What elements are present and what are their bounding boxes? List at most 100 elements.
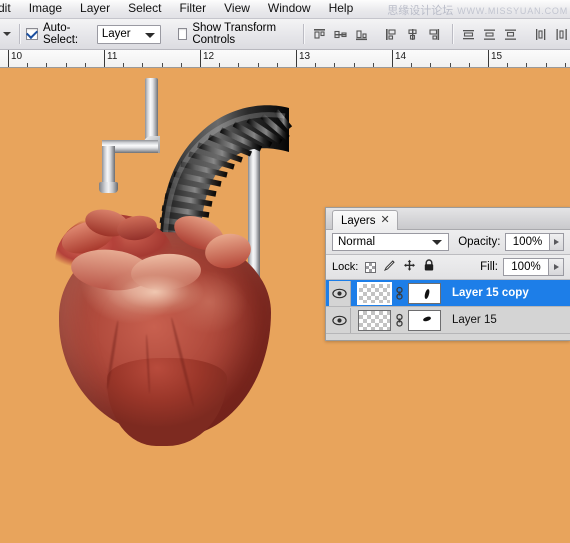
chrome-pipe-nozzle [99, 182, 118, 193]
blend-mode-dropdown[interactable]: Normal [332, 233, 450, 251]
lock-transparent-pixels-icon[interactable] [365, 261, 377, 273]
chevron-down-icon [432, 240, 443, 245]
menu-item-select[interactable]: Select [119, 0, 170, 18]
opacity-slider-button[interactable] [549, 233, 564, 251]
layer-visibility-toggle[interactable] [329, 280, 351, 306]
distribute-bottom-edges-button[interactable] [501, 25, 519, 43]
align-buttons-group [310, 25, 442, 43]
menu-item-help[interactable]: Help [320, 0, 363, 18]
lock-all-icon[interactable] [423, 259, 435, 275]
distribute-top-edges-button[interactable] [459, 25, 477, 43]
photoshop-window: dit Image Layer Select Filter View Windo… [0, 0, 570, 543]
align-left-edges-button[interactable] [382, 25, 400, 43]
menu-item-edit[interactable]: dit [0, 0, 20, 18]
layer-name-label: Layer 15 copy [452, 287, 529, 299]
layer-link-icon[interactable] [393, 286, 405, 301]
lock-position-icon[interactable] [403, 259, 416, 275]
ruler-minor-tick [354, 63, 355, 67]
ruler-minor-tick [66, 63, 67, 67]
lock-label: Lock: [332, 261, 359, 273]
ruler-minor-tick [85, 63, 86, 67]
horizontal-ruler[interactable]: 1011121314151617 [0, 50, 570, 68]
fill-input[interactable]: 100% [503, 258, 549, 276]
eye-icon [332, 288, 347, 298]
ruler-minor-tick [219, 63, 220, 67]
ruler-major-tick [8, 50, 9, 67]
ruler-minor-tick [277, 63, 278, 67]
anatomical-heart [55, 205, 280, 448]
menu-item-window[interactable]: Window [259, 0, 320, 18]
align-bottom-edges-button[interactable] [352, 25, 370, 43]
blend-opacity-row: Normal Opacity: 100% [326, 230, 570, 255]
menu-bar: dit Image Layer Select Filter View Windo… [0, 0, 570, 19]
ruler-minor-tick [238, 63, 239, 67]
menu-item-view[interactable]: View [215, 0, 259, 18]
layer-mask-thumbnail[interactable] [408, 282, 441, 304]
ruler-label: 13 [299, 51, 311, 62]
layer-thumbnail[interactable] [357, 281, 392, 305]
distribute-vertical-centers-button[interactable] [480, 25, 498, 43]
heart-apex [107, 358, 227, 446]
triangle-right-icon [553, 264, 559, 270]
options-bar: Auto-Select: Layer Show Transform Contro… [0, 19, 570, 50]
ruler-major-tick [392, 50, 393, 67]
ruler-minor-tick [469, 63, 470, 67]
eye-icon [332, 315, 347, 325]
chevron-down-icon [144, 32, 155, 38]
menu-item-image[interactable]: Image [20, 0, 71, 18]
layer-visibility-toggle[interactable] [329, 307, 351, 333]
tool-preset-picker[interactable] [2, 32, 13, 36]
auto-select-target-value: Layer [101, 28, 131, 40]
opacity-input[interactable]: 100% [505, 233, 550, 251]
layer-mask-thumbnail[interactable] [408, 309, 441, 331]
auto-select-target-dropdown[interactable]: Layer [96, 24, 161, 44]
ruler-major-tick [296, 50, 297, 67]
ruler-minor-tick [181, 63, 182, 67]
menu-item-filter[interactable]: Filter [170, 0, 215, 18]
ruler-label: 10 [11, 51, 23, 62]
distribute-left-edges-button[interactable] [531, 25, 549, 43]
ruler-label: 12 [203, 51, 215, 62]
layer-row[interactable]: Layer 15 [326, 307, 570, 334]
ruler-minor-tick [123, 63, 124, 67]
show-transform-controls-checkbox[interactable] [177, 28, 188, 40]
divider [303, 24, 305, 44]
artwork-heart-composition [55, 78, 315, 448]
align-right-edges-button[interactable] [424, 25, 442, 43]
auto-select-checkbox[interactable] [25, 28, 38, 40]
ruler-minor-tick [258, 63, 259, 67]
layer-link-icon[interactable] [393, 313, 405, 328]
ruler-label: 15 [491, 51, 503, 62]
ruler-minor-tick [315, 63, 316, 67]
align-top-edges-button[interactable] [310, 25, 328, 43]
align-horizontal-centers-button[interactable] [403, 25, 421, 43]
ruler-major-tick [104, 50, 105, 67]
site-watermark: 思缘设计论坛 WWW.MISSYUAN.COM [387, 2, 568, 18]
divider [452, 24, 454, 44]
mask-content-mark [422, 315, 432, 322]
document-canvas[interactable]: Layers ✕ Normal Opacity: 100% Lock: Fill… [0, 68, 570, 543]
blend-mode-value: Normal [338, 236, 376, 248]
distribute-horizontal-centers-button[interactable] [552, 25, 570, 43]
watermark-url-text: WWW.MISSYUAN.COM [457, 6, 568, 16]
fill-slider-button[interactable] [549, 258, 564, 276]
align-vertical-centers-button[interactable] [331, 25, 349, 43]
ruler-major-tick [488, 50, 489, 67]
watermark-chinese-text: 思缘设计论坛 [387, 5, 454, 17]
lock-image-pixels-icon[interactable] [383, 259, 396, 275]
layer-row[interactable]: Layer 15 copy [326, 280, 570, 307]
auto-select-label: Auto-Select: [42, 22, 79, 46]
menu-item-layer[interactable]: Layer [71, 0, 119, 18]
close-icon[interactable]: ✕ [381, 215, 390, 226]
layer-thumbnail[interactable] [358, 309, 391, 331]
ruler-major-tick [200, 50, 201, 67]
ruler-minor-tick [430, 63, 431, 67]
ruler-label: 14 [395, 51, 407, 62]
fill-label: Fill: [480, 261, 498, 273]
ruler-minor-tick [450, 63, 451, 67]
ruler-minor-tick [411, 63, 412, 67]
tab-layers[interactable]: Layers ✕ [332, 210, 398, 230]
ruler-minor-tick [142, 63, 143, 67]
mask-content-mark [423, 288, 431, 299]
tab-layers-label: Layers [341, 214, 376, 227]
